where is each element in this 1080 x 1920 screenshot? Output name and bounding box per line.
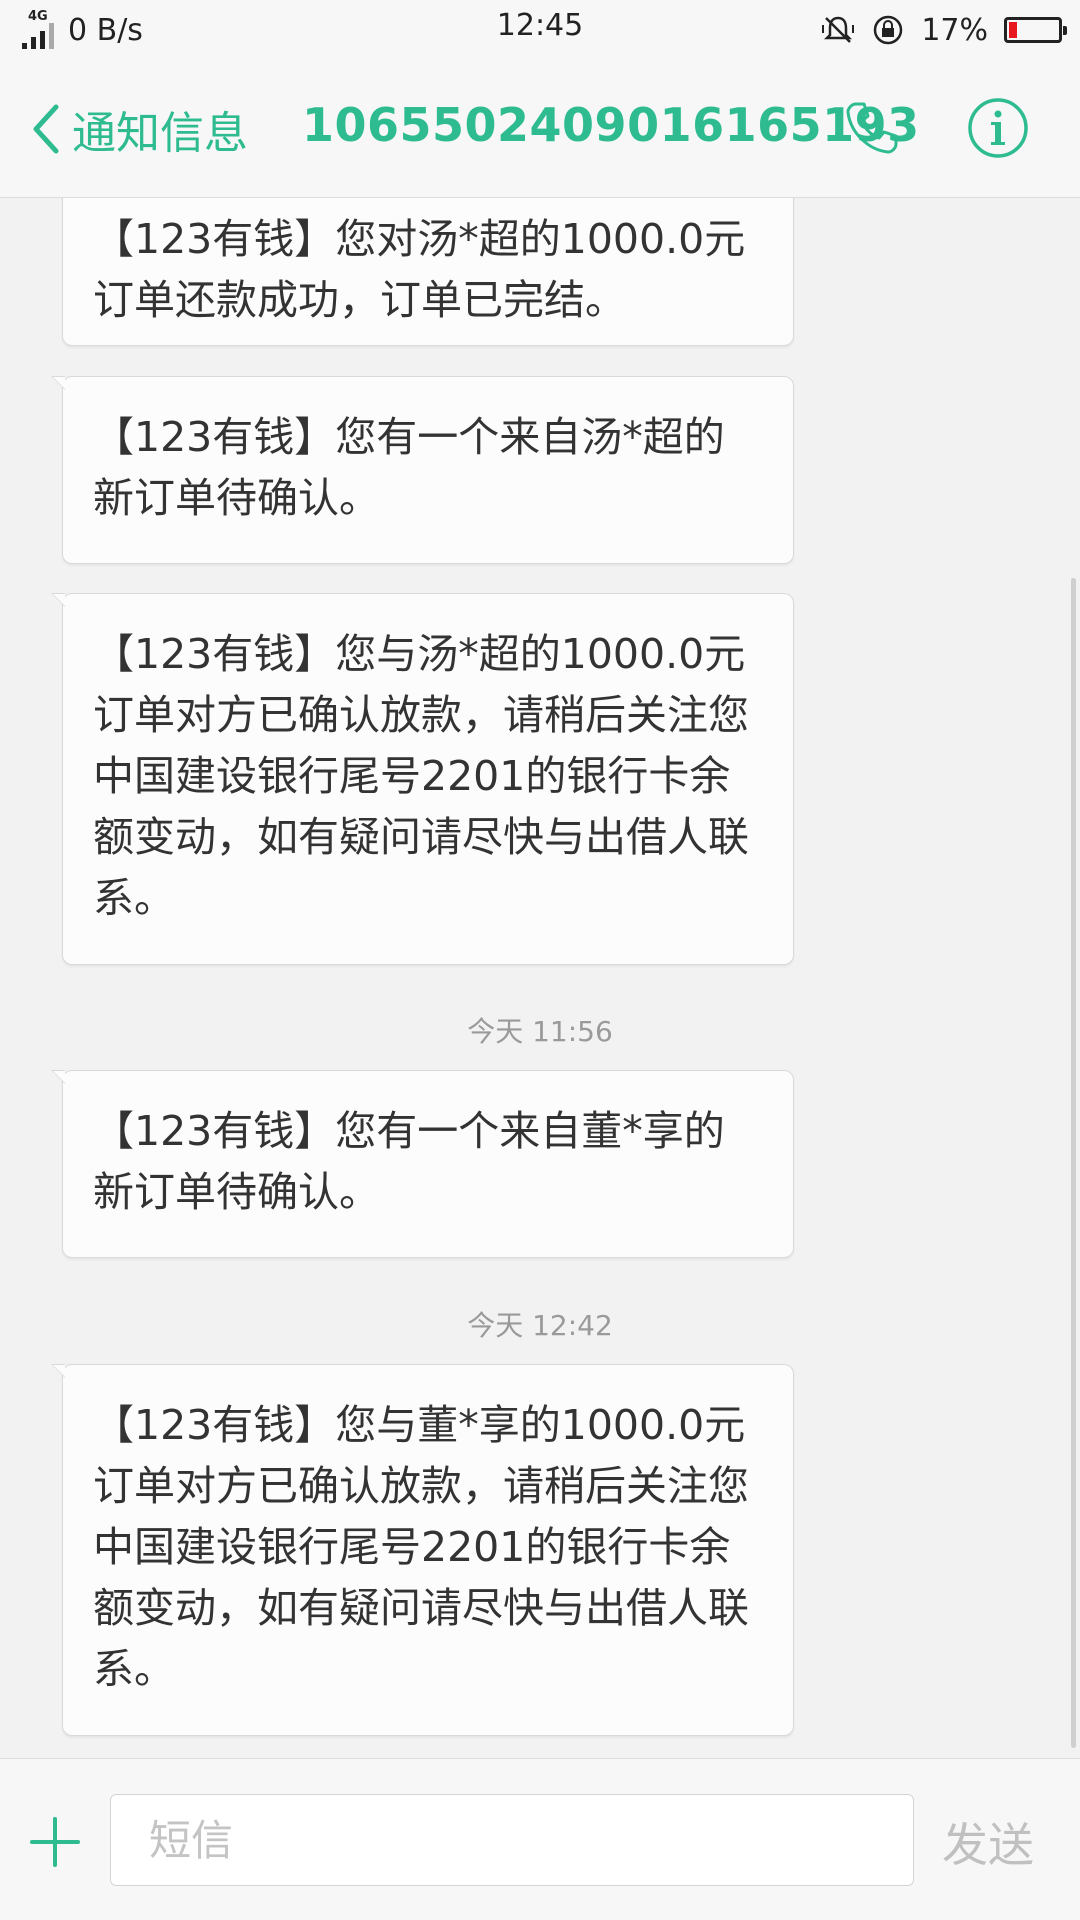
message-bubble[interactable]: 【123有钱】您有一个来自汤*超的新订单待确认。 (51, 376, 794, 564)
message-timestamp: 今天 12:42 (467, 1309, 613, 1342)
sender-number: 1065502409016165193 (302, 98, 920, 152)
message-list[interactable]: 【123有钱】您对汤*超的1000.0元订单还款成功，订单已完结。 【123有钱… (0, 198, 1080, 1758)
message-bubble[interactable]: 【123有钱】您对汤*超的1000.0元订单还款成功，订单已完结。 (62, 198, 794, 346)
status-right: 17% (821, 8, 1067, 52)
back-arrow-icon (33, 104, 59, 154)
battery-percent: 17% (921, 12, 988, 48)
rotation-lock-icon (874, 15, 903, 45)
phone-icon[interactable] (842, 98, 902, 158)
battery-icon (1004, 17, 1067, 43)
vibrate-mute-icon (822, 16, 855, 43)
conversation-header: 通知信息 1065502409016165193 (0, 60, 1080, 198)
info-icon[interactable] (966, 96, 1030, 160)
message-bubble[interactable]: 【123有钱】您与汤*超的1000.0元订单对方已确认放款，请稍后关注您中国建设… (51, 593, 794, 965)
send-button[interactable]: 发送 (942, 1809, 1034, 1875)
compose-bar: 发送 (0, 1758, 1080, 1920)
scrollbar[interactable] (1071, 578, 1076, 1748)
status-bar: 4G 0 B/s 12:45 17% (0, 0, 1080, 60)
message-timestamp: 今天 11:56 (467, 1015, 613, 1048)
battery-fill (1009, 22, 1018, 38)
back-label: 通知信息 (72, 108, 248, 159)
back-button[interactable]: 通知信息 (28, 96, 248, 162)
add-attachment-icon[interactable] (28, 1815, 82, 1869)
message-bubble[interactable]: 【123有钱】您有一个来自董*享的新订单待确认。 (51, 1070, 794, 1258)
message-bubble[interactable]: 【123有钱】您与董*享的1000.0元订单对方已确认放款，请稍后关注您中国建设… (51, 1364, 794, 1736)
sms-input[interactable] (110, 1794, 914, 1886)
